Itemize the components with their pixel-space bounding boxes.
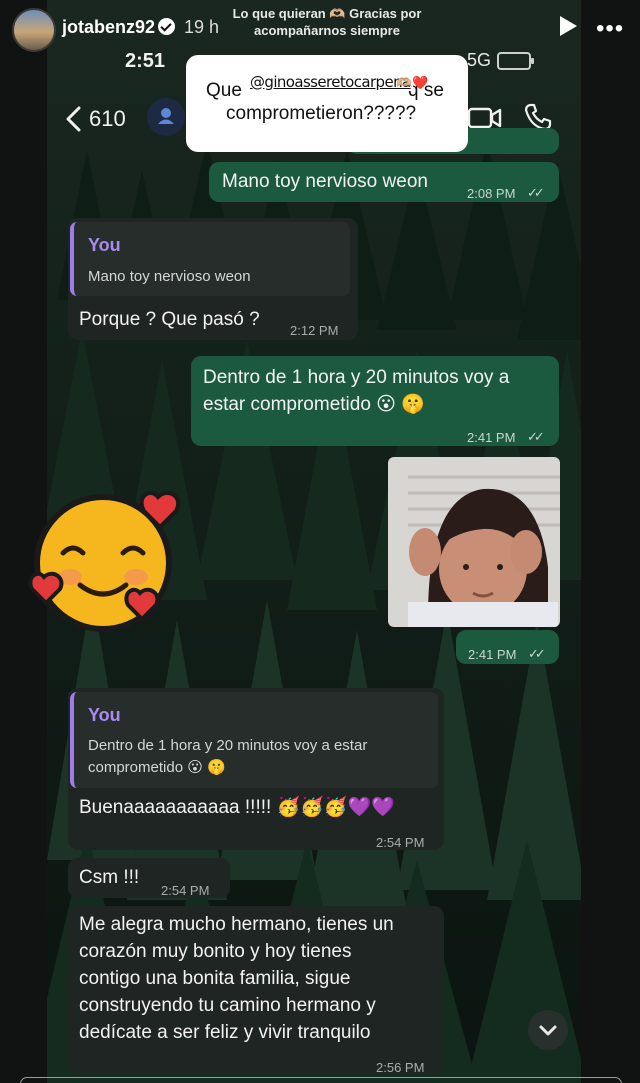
message-bubble-incoming[interactable]: Csm !!! 2:54 PM (68, 858, 230, 898)
message-text-line: Dentro de 1 hora y 20 minutos voy a (203, 367, 510, 388)
message-text-line: dedícate a ser feliz y vivir tranquilo (79, 1022, 371, 1043)
message-bubble-incoming[interactable]: Me alegra mucho hermano, tienes un coraz… (68, 906, 444, 1075)
verified-badge-icon (158, 18, 175, 35)
contact-avatar[interactable] (147, 98, 185, 136)
more-options-icon[interactable]: ••• (596, 17, 624, 41)
message-time: 2:12 PM (290, 323, 339, 338)
smiling-face-with-hearts-sticker[interactable] (18, 485, 188, 635)
story-username[interactable]: jotabenz92 (62, 17, 155, 38)
message-time: 2:54 PM (376, 835, 425, 850)
question-text-line2: comprometieron????? (226, 103, 417, 124)
message-text-line: estar comprometido 😮 🤫 (203, 394, 425, 415)
message-bubble-outgoing[interactable]: Mano toy nervioso weon 2:08 PM ✓✓ (209, 162, 559, 202)
quoted-text-line: comprometido 😮 🤫 (88, 759, 226, 776)
message-bubble-incoming[interactable]: You Dentro de 1 hora y 20 minutos voy a … (68, 688, 444, 850)
play-icon[interactable] (560, 16, 577, 36)
read-receipt-icon: ✓✓ (528, 646, 546, 661)
mention-tag[interactable]: @ginoasseretocarpena (248, 73, 413, 91)
message-text: Buenaaaaaaaaaaa !!!!! 🥳🥳🥳💜💜 (79, 797, 395, 818)
person-icon (158, 108, 174, 124)
chevron-down-icon (539, 1025, 557, 1036)
message-text-line: contigo una bonita familia, sigue (79, 968, 351, 989)
message-time: 2:08 PM (467, 186, 516, 201)
message-time: 2:54 PM (161, 883, 210, 898)
image-time-bubble: 2:41 PM ✓✓ (456, 630, 559, 664)
story-caption: Lo que quieran 🫶🏼 Gracias por acompañarn… (214, 5, 440, 39)
quoted-sender: You (88, 235, 121, 255)
reply-bar[interactable] (20, 1077, 622, 1083)
mention-hearts: 🫶🏼❤️ (396, 75, 429, 90)
profile-avatar[interactable] (12, 8, 56, 52)
read-receipt-icon: ✓✓ (527, 185, 545, 200)
quoted-text-line: Dentro de 1 hora y 20 minutos voy a esta… (88, 737, 368, 754)
child-photo (388, 457, 560, 627)
back-chevron-icon[interactable] (61, 104, 87, 134)
instagram-story: 2:51 5G 610 Mano toy nervioso weon 2:08 … (0, 0, 640, 1083)
caption-line: acompañarnos siempre (254, 23, 400, 38)
quoted-text: Mano toy nervioso weon (88, 268, 251, 285)
quoted-message[interactable]: You Dentro de 1 hora y 20 minutos voy a … (70, 692, 438, 788)
story-header: jotabenz92 19 h Lo que quieran 🫶🏼 Gracia… (0, 0, 640, 56)
message-time: 2:41 PM (467, 430, 516, 445)
message-bubble-outgoing[interactable]: Dentro de 1 hora y 20 minutos voy a esta… (191, 356, 559, 446)
message-text: Porque ? Que pasó ? (79, 309, 260, 330)
image-message[interactable] (388, 457, 560, 627)
quoted-message[interactable]: You Mano toy nervioso weon (70, 222, 350, 296)
caption-line: Lo que quieran 🫶🏼 Gracias por (232, 6, 422, 21)
question-sticker[interactable]: Que q se comprometieron????? @ginoassere… (186, 55, 468, 152)
message-bubble-incoming[interactable]: You Mano toy nervioso weon Porque ? Que … (68, 218, 358, 340)
message-text: Mano toy nervioso weon (222, 171, 428, 192)
scroll-down-button[interactable] (528, 1010, 568, 1050)
message-text-line: corazón muy bonito y hoy tienes (79, 941, 352, 962)
read-receipt-icon: ✓✓ (527, 429, 545, 444)
quoted-sender: You (88, 705, 121, 725)
message-time: 2:41 PM (468, 647, 517, 662)
message-text: Csm !!! (79, 867, 140, 888)
question-text-start: Que (206, 80, 242, 101)
unread-count[interactable]: 610 (89, 106, 126, 132)
message-text-line: construyendo tu camino hermano y (79, 995, 376, 1016)
message-text-line: Me alegra mucho hermano, tienes un (79, 914, 394, 935)
